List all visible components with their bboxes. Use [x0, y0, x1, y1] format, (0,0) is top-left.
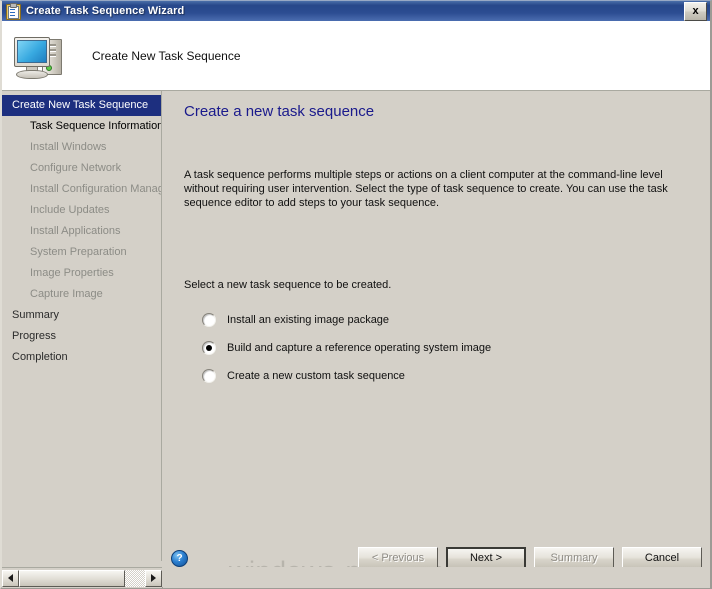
radio-label: Create a new custom task sequence	[227, 370, 405, 382]
page-title: Create a new task sequence	[184, 103, 375, 120]
sidebar-item-capture-image: Capture Image	[30, 288, 103, 300]
wizard-window: Create Task Sequence Wizard x Create New…	[0, 0, 712, 589]
radio-label: Install an existing image package	[227, 314, 390, 326]
radio-option-install-existing-image-package[interactable]: Install an existing image package	[202, 306, 491, 334]
computer-icon	[12, 31, 68, 81]
sidebar-item-completion[interactable]: Completion	[2, 347, 161, 368]
radio-icon-selected[interactable]	[202, 341, 216, 355]
radio-icon[interactable]	[202, 313, 216, 327]
footer-filler	[163, 567, 710, 588]
wizard-step-list: Create New Task Sequence Task Sequence I…	[2, 91, 162, 561]
radio-option-create-new-custom-task-sequence[interactable]: Create a new custom task sequence	[202, 362, 491, 390]
horizontal-scrollbar[interactable]	[2, 567, 162, 588]
task-sequence-type-radio-group: Install an existing image package Build …	[202, 306, 491, 390]
sidebar-item-task-sequence-information[interactable]: Task Sequence Information	[2, 116, 161, 137]
option-prompt-label: Select a new task sequence to be created…	[184, 279, 392, 291]
sidebar-item-install-windows: Install Windows	[30, 141, 107, 153]
sidebar-item-include-updates: Include Updates	[30, 204, 110, 216]
scroll-left-arrow-icon[interactable]	[2, 569, 19, 587]
window-titlebar[interactable]: Create Task Sequence Wizard x	[2, 1, 710, 21]
help-question-icon[interactable]: ?	[171, 550, 188, 567]
radio-icon[interactable]	[202, 369, 216, 383]
sidebar-item-summary[interactable]: Summary	[2, 305, 161, 326]
page-description: A task sequence performs multiple steps …	[184, 169, 668, 209]
radio-label: Build and capture a reference operating …	[227, 342, 492, 354]
sidebar-item-progress[interactable]: Progress	[2, 326, 161, 347]
scrollbar-thumb[interactable]	[19, 569, 125, 587]
header-title: Create New Task Sequence	[92, 48, 241, 63]
wizard-header: Create New Task Sequence	[2, 21, 710, 91]
sidebar-item-system-preparation: System Preparation	[30, 246, 127, 258]
window-title: Create Task Sequence Wizard	[26, 5, 185, 17]
clipboard-icon	[5, 3, 21, 20]
sidebar-item-configure-network: Configure Network	[30, 162, 122, 174]
sidebar-item-image-properties: Image Properties	[30, 267, 114, 279]
scrollbar-track[interactable]	[19, 569, 145, 587]
close-icon[interactable]: x	[684, 1, 707, 21]
sidebar-item-install-applications: Install Applications	[30, 225, 121, 237]
scroll-right-arrow-icon[interactable]	[145, 569, 162, 587]
sidebar-item-install-configuration-manager: Install Configuration Manag	[30, 183, 161, 195]
wizard-content-pane: Create a new task sequence A task sequen…	[163, 91, 710, 538]
radio-option-build-and-capture-reference-image[interactable]: Build and capture a reference operating …	[202, 334, 491, 362]
sidebar-item-create-new-task-sequence[interactable]: Create New Task Sequence	[2, 95, 161, 116]
